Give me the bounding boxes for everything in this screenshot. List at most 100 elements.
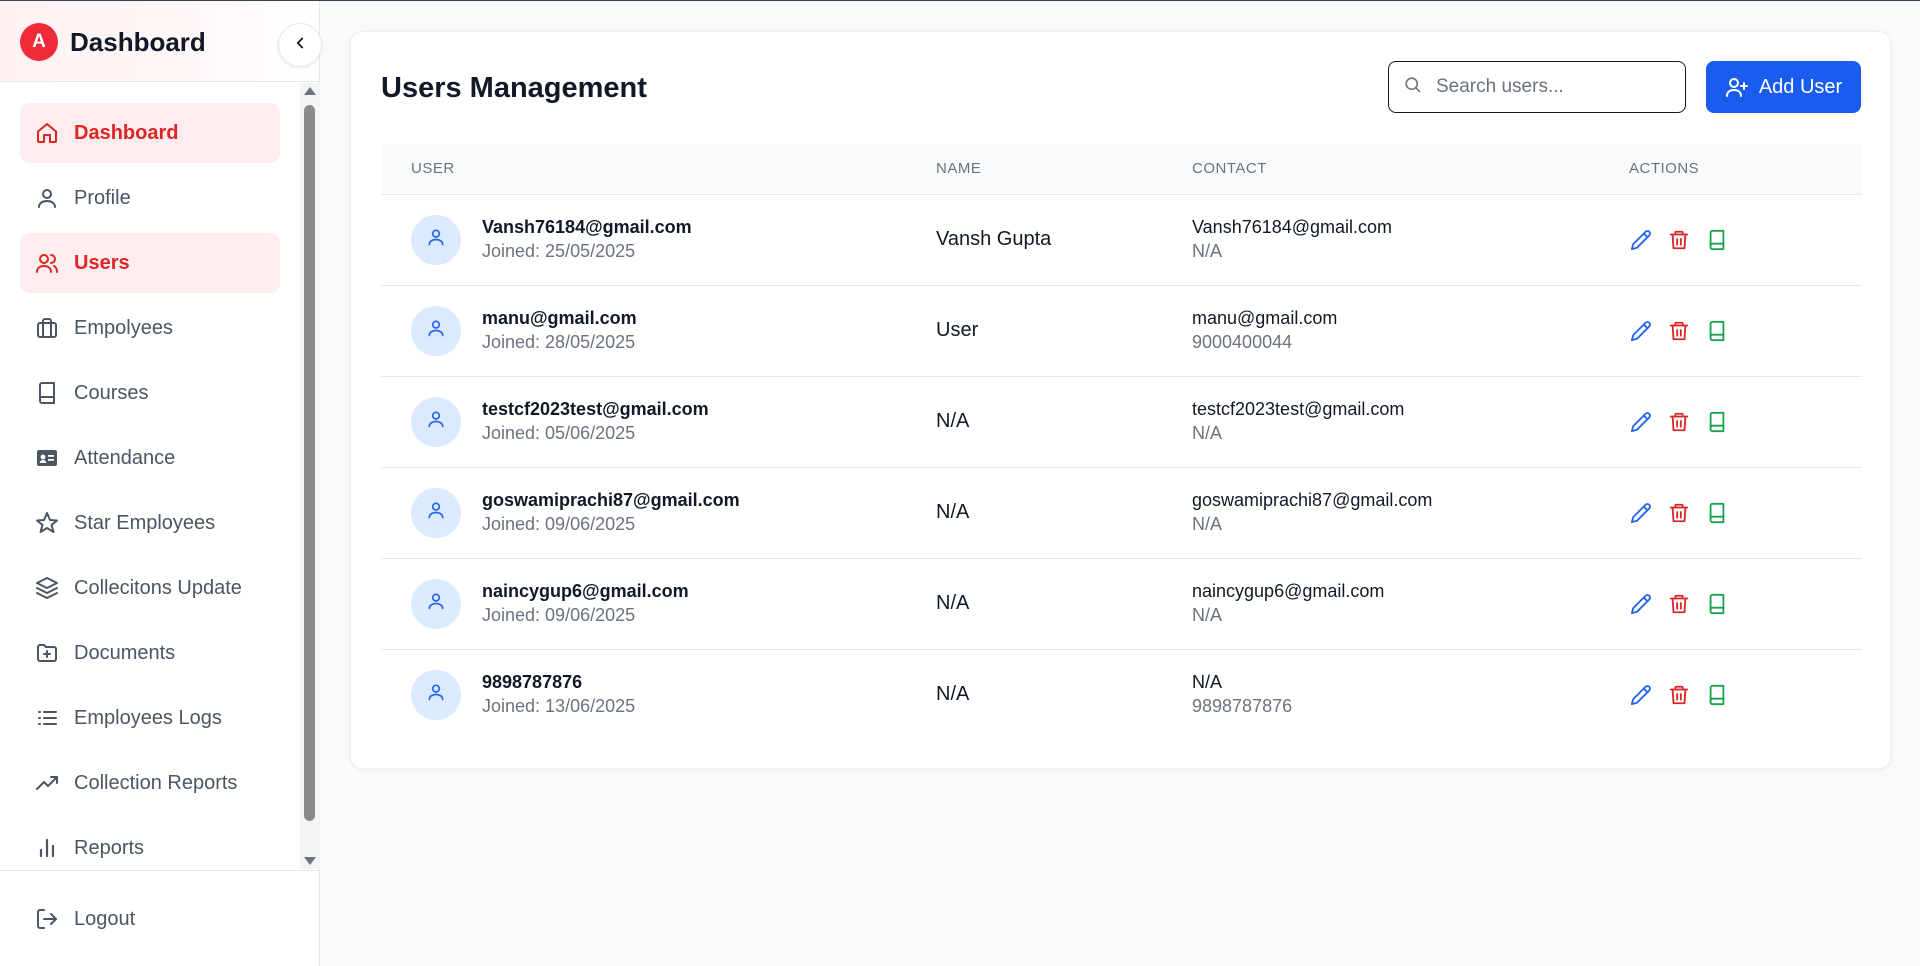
user-email: 9898787876	[482, 672, 583, 693]
trash-icon[interactable]	[1667, 228, 1690, 251]
contact-email: goswamiprachi87@gmail.com	[1192, 490, 1433, 510]
sidebar-item-documents[interactable]: Documents	[20, 623, 280, 683]
logout-button[interactable]: Logout	[20, 893, 280, 945]
edit-icon[interactable]	[1629, 319, 1652, 342]
edit-icon[interactable]	[1629, 592, 1652, 615]
sidebar-item-label: Dashboard	[74, 121, 179, 144]
column-header-name: NAME	[936, 160, 982, 178]
sidebar-item-empolyees[interactable]: Empolyees	[20, 298, 280, 358]
search-input[interactable]	[1436, 76, 1666, 98]
chevron-left-icon	[291, 34, 309, 57]
sidebar-item-dashboard[interactable]: Dashboard	[20, 103, 280, 163]
home-icon	[34, 120, 60, 146]
sidebar-item-label: Collecitons Update	[74, 576, 242, 599]
contact-phone: N/A	[1192, 423, 1223, 443]
book-icon[interactable]	[1705, 319, 1728, 342]
edit-icon[interactable]	[1629, 410, 1652, 433]
book-icon[interactable]	[1705, 410, 1728, 433]
user-name: Vansh Gupta	[936, 228, 1052, 250]
sidebar-item-star-employees[interactable]: Star Employees	[20, 493, 280, 553]
logout-icon	[34, 906, 60, 932]
user-name: N/A	[936, 501, 970, 523]
sidebar-item-collecitons-update[interactable]: Collecitons Update	[20, 558, 280, 618]
folder-plus-icon	[34, 640, 60, 666]
edit-icon[interactable]	[1629, 501, 1652, 524]
sidebar-item-label: Profile	[74, 186, 131, 209]
add-user-button[interactable]: Add User	[1706, 61, 1861, 113]
user-icon	[34, 185, 60, 211]
brand-title: Dashboard	[70, 27, 206, 57]
scroll-up-arrow-icon[interactable]	[304, 87, 316, 95]
user-joined-date: Joined: 09/06/2025	[482, 514, 636, 534]
trash-icon[interactable]	[1667, 410, 1690, 433]
sidebar-item-attendance[interactable]: Attendance	[20, 428, 280, 488]
table-row: testcf2023test@gmail.com Joined: 05/06/2…	[381, 376, 1862, 467]
trash-icon[interactable]	[1667, 592, 1690, 615]
avatar	[411, 669, 461, 720]
trash-icon[interactable]	[1667, 683, 1690, 706]
user-email: naincygup6@gmail.com	[482, 581, 689, 601]
user-joined-date: Joined: 09/06/2025	[482, 605, 636, 625]
user-cell: goswamiprachi87@gmail.com Joined: 09/06/…	[411, 487, 936, 538]
row-actions	[1629, 410, 1862, 433]
book-icon	[34, 380, 60, 406]
column-header-actions: ACTIONS	[1629, 160, 1700, 178]
sidebar-item-courses[interactable]: Courses	[20, 363, 280, 423]
sidebar: A Dashboard Dashboard Profile Users Empo…	[0, 1, 322, 966]
book-icon[interactable]	[1705, 228, 1728, 251]
sidebar-item-collection-reports[interactable]: Collection Reports	[20, 753, 280, 813]
table-row: Vansh76184@gmail.com Joined: 25/05/2025 …	[381, 194, 1862, 285]
user-cell: Vansh76184@gmail.com Joined: 25/05/2025	[411, 214, 936, 265]
book-icon[interactable]	[1705, 683, 1728, 706]
search-box[interactable]	[1388, 61, 1686, 113]
star-icon	[34, 510, 60, 536]
sidebar-item-label: Empolyees	[74, 316, 173, 339]
contact-email: manu@gmail.com	[1192, 308, 1338, 328]
row-actions	[1629, 228, 1862, 251]
user-avatar-icon	[426, 682, 446, 707]
user-avatar-icon	[426, 318, 446, 343]
bar-chart-icon	[34, 835, 60, 861]
edit-icon[interactable]	[1629, 228, 1652, 251]
users-icon	[34, 250, 60, 276]
sidebar-item-profile[interactable]: Profile	[20, 168, 280, 228]
sidebar-item-reports[interactable]: Reports	[20, 818, 280, 869]
page-title: Users Management	[381, 72, 647, 104]
user-joined-date: Joined: 28/05/2025	[482, 332, 636, 352]
user-email: Vansh76184@gmail.com	[482, 217, 692, 237]
id-card-icon	[34, 445, 60, 471]
sidebar-scrollbar[interactable]	[300, 83, 320, 869]
contact-phone: 9000400044	[1192, 332, 1293, 352]
edit-icon[interactable]	[1629, 683, 1652, 706]
row-actions	[1629, 683, 1862, 706]
sidebar-item-label: Courses	[74, 381, 149, 404]
sidebar-footer: Logout	[0, 870, 319, 966]
contact-email: naincygup6@gmail.com	[1192, 581, 1385, 601]
layers-icon	[34, 575, 60, 601]
user-cell: testcf2023test@gmail.com Joined: 05/06/2…	[411, 396, 936, 447]
book-icon[interactable]	[1705, 501, 1728, 524]
book-icon[interactable]	[1705, 592, 1728, 615]
avatar	[411, 305, 461, 356]
scroll-down-arrow-icon[interactable]	[304, 857, 316, 865]
sidebar-item-label: Employees Logs	[74, 706, 222, 729]
table-header-row: USER NAME CONTACT ACTIONS	[381, 144, 1862, 194]
users-table: USER NAME CONTACT ACTIONS Vansh76184@gma…	[381, 144, 1862, 740]
contact-phone: 9898787876	[1192, 696, 1293, 717]
contact-email: testcf2023test@gmail.com	[1192, 399, 1405, 419]
user-name: N/A	[936, 683, 970, 706]
trash-icon[interactable]	[1667, 501, 1690, 524]
sidebar-item-label: Users	[74, 251, 130, 274]
row-actions	[1629, 501, 1862, 524]
scrollbar-thumb[interactable]	[304, 105, 315, 821]
sidebar-header: A Dashboard	[0, 1, 322, 82]
sidebar-item-employees-logs[interactable]: Employees Logs	[20, 688, 280, 748]
list-icon	[34, 705, 60, 731]
collapse-sidebar-button[interactable]	[278, 23, 322, 67]
user-name: N/A	[936, 410, 970, 432]
avatar	[411, 487, 461, 538]
trash-icon[interactable]	[1667, 319, 1690, 342]
sidebar-item-users[interactable]: Users	[20, 233, 280, 293]
logo: A	[20, 23, 58, 61]
users-card: Users Management Add User USER NAME CONT…	[350, 31, 1891, 769]
